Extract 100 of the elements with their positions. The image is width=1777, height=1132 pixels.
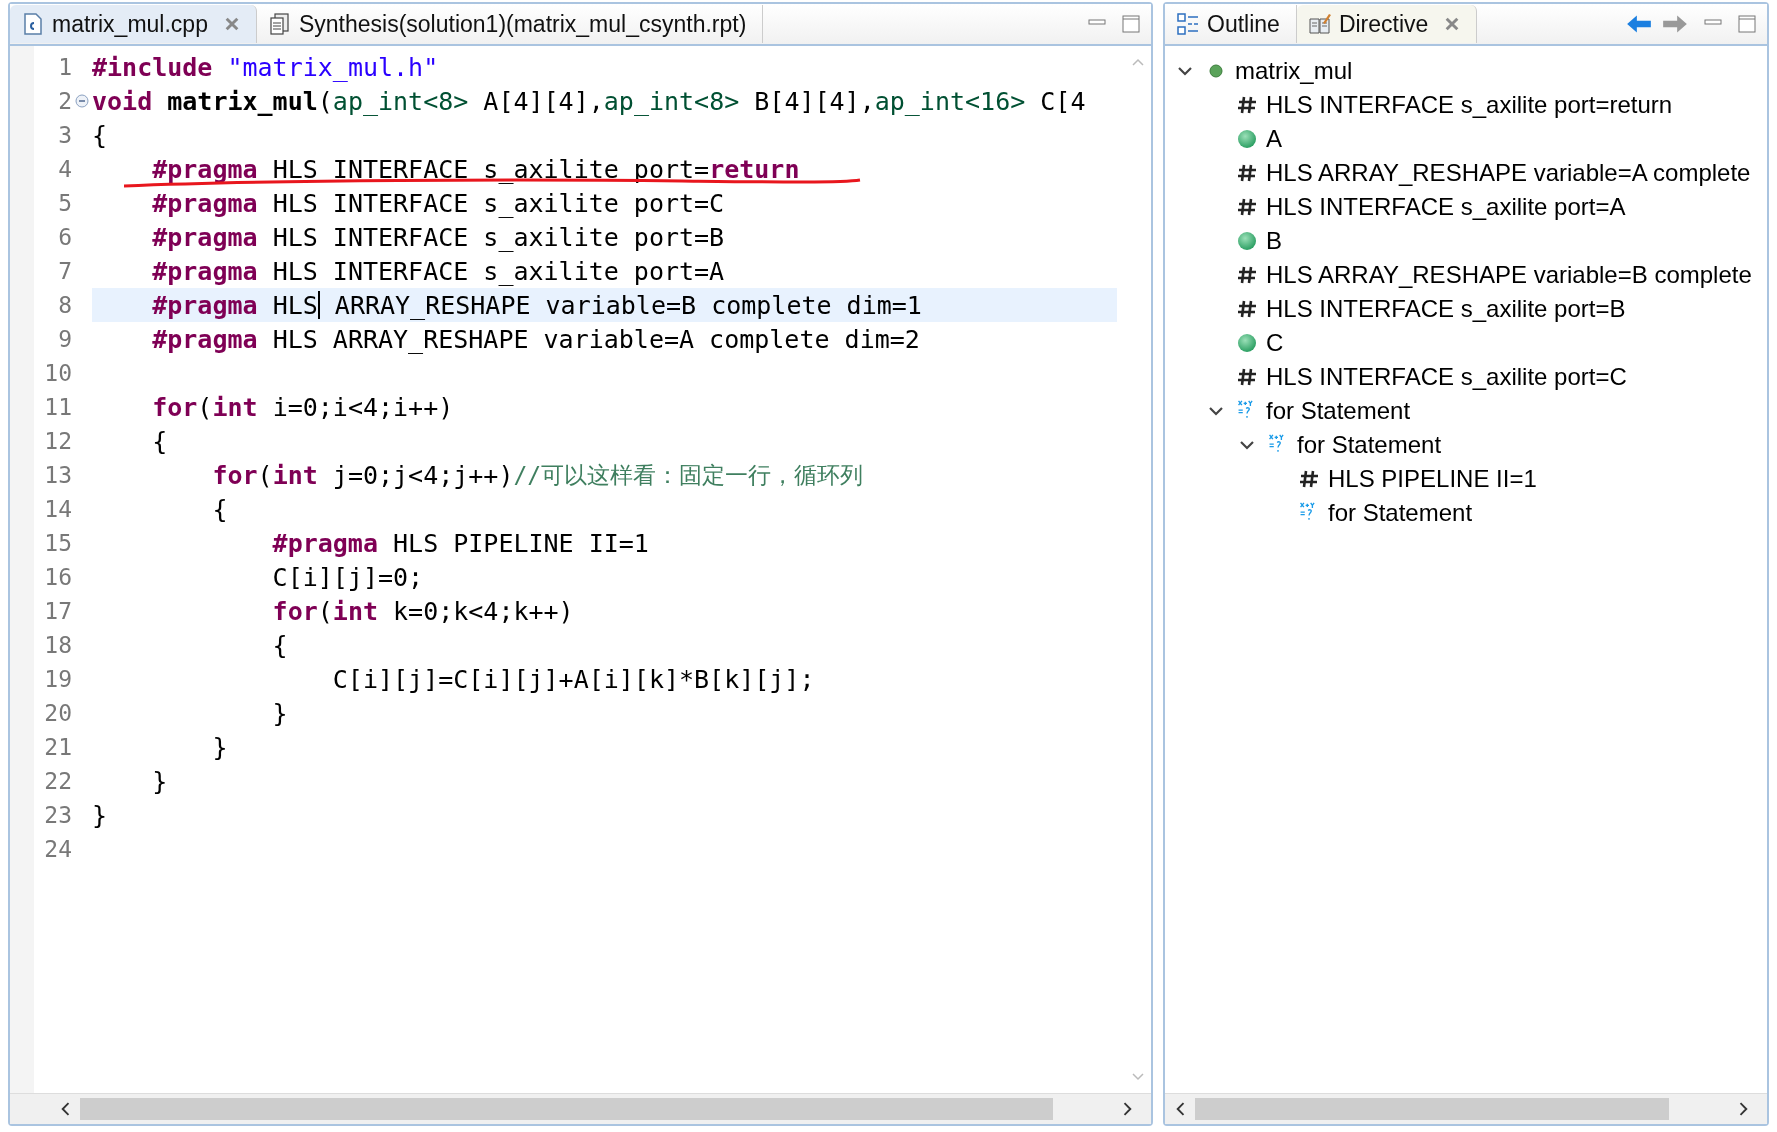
scroll-left-icon[interactable] bbox=[1175, 1102, 1185, 1116]
code-text: A[4][4], bbox=[482, 86, 604, 116]
tree-item[interactable]: matrix_mul bbox=[1235, 57, 1353, 85]
dot-icon bbox=[1208, 63, 1224, 79]
chevron-icon[interactable] bbox=[1208, 406, 1224, 416]
horizontal-scrollbar[interactable] bbox=[1165, 1093, 1767, 1124]
keyword: int bbox=[212, 392, 258, 422]
scroll-left-icon[interactable] bbox=[60, 1102, 70, 1116]
code-text: B[4][4], bbox=[753, 86, 875, 116]
type-name: ap_int<16> bbox=[874, 86, 1026, 116]
hash-icon bbox=[1236, 162, 1258, 184]
code-comment: //可以这样看：固定一行，循环列 bbox=[513, 460, 864, 490]
line-number: 13 bbox=[43, 462, 72, 488]
collapse-icon[interactable] bbox=[75, 94, 89, 108]
code-text: { bbox=[151, 426, 168, 456]
scroll-right-icon[interactable] bbox=[1123, 1102, 1133, 1116]
line-number: 15 bbox=[43, 530, 72, 556]
tree-item[interactable]: HLS ARRAY_RESHAPE variable=B complete bbox=[1266, 261, 1752, 289]
keyword: return bbox=[709, 154, 800, 184]
tree-item[interactable]: for Statement bbox=[1266, 397, 1411, 425]
tree-item[interactable]: HLS INTERFACE s_axilite port=C bbox=[1266, 363, 1627, 391]
line-number: 17 bbox=[43, 598, 72, 624]
code-text: j=0;j<4;j++) bbox=[331, 460, 514, 490]
line-number: 20 bbox=[43, 700, 72, 726]
code-text: ( bbox=[317, 86, 333, 116]
tree-item[interactable]: HLS INTERFACE s_axilite port=B bbox=[1266, 295, 1626, 323]
tree-item[interactable]: HLS ARRAY_RESHAPE variable=A complete bbox=[1266, 159, 1751, 187]
line-number: 19 bbox=[43, 666, 72, 692]
sphere-icon bbox=[1236, 128, 1258, 150]
hash-icon bbox=[1236, 196, 1258, 218]
code-text: C[i][j]=C[i][j]+A[i][k]*B[k][j]; bbox=[331, 664, 815, 694]
keyword: for bbox=[211, 460, 258, 490]
line-number: 22 bbox=[43, 768, 72, 794]
code-text: ( bbox=[197, 392, 213, 422]
tree-item[interactable]: for Statement bbox=[1328, 499, 1473, 527]
scroll-down-icon[interactable] bbox=[1132, 1073, 1144, 1081]
tree-item[interactable]: C bbox=[1266, 329, 1284, 357]
line-number: 18 bbox=[43, 632, 72, 658]
text-cursor bbox=[317, 291, 320, 319]
line-number: 16 bbox=[43, 564, 72, 590]
tree-item[interactable]: for Statement bbox=[1297, 431, 1442, 459]
code-text: ( bbox=[257, 460, 273, 490]
line-number: 7 bbox=[57, 258, 72, 284]
line-number: 24 bbox=[43, 836, 72, 862]
report-icon bbox=[268, 13, 291, 35]
code-text: { bbox=[271, 630, 288, 660]
back-arrow-icon[interactable] bbox=[1625, 13, 1653, 35]
maximize-icon[interactable] bbox=[1121, 14, 1141, 34]
keyword: for bbox=[151, 392, 198, 422]
function-name: matrix_mul bbox=[167, 86, 318, 116]
sphere-icon bbox=[1236, 332, 1258, 354]
horizontal-scrollbar[interactable] bbox=[10, 1093, 1151, 1124]
code-text: ( bbox=[317, 596, 333, 626]
maximize-icon[interactable] bbox=[1737, 14, 1757, 34]
code-text: HLS INTERFACE s_axilite port=C bbox=[271, 188, 725, 218]
code-text: ARRAY_RESHAPE variable=B complete dim=1 bbox=[333, 290, 922, 320]
chevron-icon[interactable] bbox=[1177, 66, 1193, 76]
outline-icon bbox=[1177, 13, 1199, 35]
close-icon[interactable] bbox=[223, 16, 240, 32]
panel-tab[interactable]: Directive bbox=[1296, 5, 1478, 43]
code-text: i=0;i<4;i++) bbox=[271, 392, 454, 422]
code-text: C[i][j]=0; bbox=[271, 562, 424, 592]
hash-icon bbox=[1236, 298, 1258, 320]
line-number: 1 bbox=[57, 54, 72, 80]
line-number: 9 bbox=[57, 326, 72, 352]
scroll-right-icon[interactable] bbox=[1739, 1102, 1749, 1116]
line-number: 6 bbox=[57, 224, 72, 250]
tree-item[interactable]: B bbox=[1266, 227, 1282, 255]
line-number: 10 bbox=[43, 360, 72, 386]
line-number: 12 bbox=[43, 428, 72, 454]
close-icon[interactable] bbox=[1444, 16, 1461, 32]
line-number: 4 bbox=[57, 156, 72, 182]
keyword: #pragma bbox=[151, 188, 258, 218]
code-text: HLS INTERFACE s_axilite port= bbox=[271, 154, 710, 184]
keyword: #pragma bbox=[271, 528, 378, 558]
chevron-icon[interactable] bbox=[1239, 440, 1255, 450]
hash-icon bbox=[1298, 468, 1320, 490]
line-number: 11 bbox=[43, 394, 72, 420]
forward-arrow-icon[interactable] bbox=[1661, 13, 1689, 35]
editor-tab[interactable]: matrix_mul.cpp bbox=[10, 5, 257, 43]
hash-icon bbox=[1236, 94, 1258, 116]
string-literal: "matrix_mul.h" bbox=[227, 52, 439, 82]
tree-item[interactable]: HLS PIPELINE II=1 bbox=[1328, 465, 1537, 493]
type-name: ap_int<8> bbox=[603, 86, 740, 116]
keyword: #pragma bbox=[151, 256, 258, 286]
line-number: 2 bbox=[57, 88, 72, 114]
tree-item[interactable]: HLS INTERFACE s_axilite port=return bbox=[1266, 91, 1673, 119]
tree-item[interactable]: HLS INTERFACE s_axilite port=A bbox=[1266, 193, 1626, 221]
line-number: 3 bbox=[57, 122, 72, 148]
code-text: C[4 bbox=[1039, 86, 1086, 116]
type-name: ap_int<8> bbox=[332, 86, 469, 116]
tree-item[interactable]: A bbox=[1266, 125, 1282, 153]
editor-tab[interactable]: Synthesis(solution1)(matrix_mul_csynth.rpt) bbox=[256, 5, 764, 43]
code-text: HLS PIPELINE II=1 bbox=[392, 528, 649, 558]
panel-tab[interactable]: Outline bbox=[1165, 5, 1297, 43]
keyword: #pragma bbox=[151, 290, 258, 320]
scroll-up-icon[interactable] bbox=[1132, 58, 1144, 66]
line-number: 23 bbox=[43, 802, 72, 828]
code-text: } bbox=[271, 698, 288, 728]
code-text: k=0;k<4;k++) bbox=[392, 596, 574, 626]
